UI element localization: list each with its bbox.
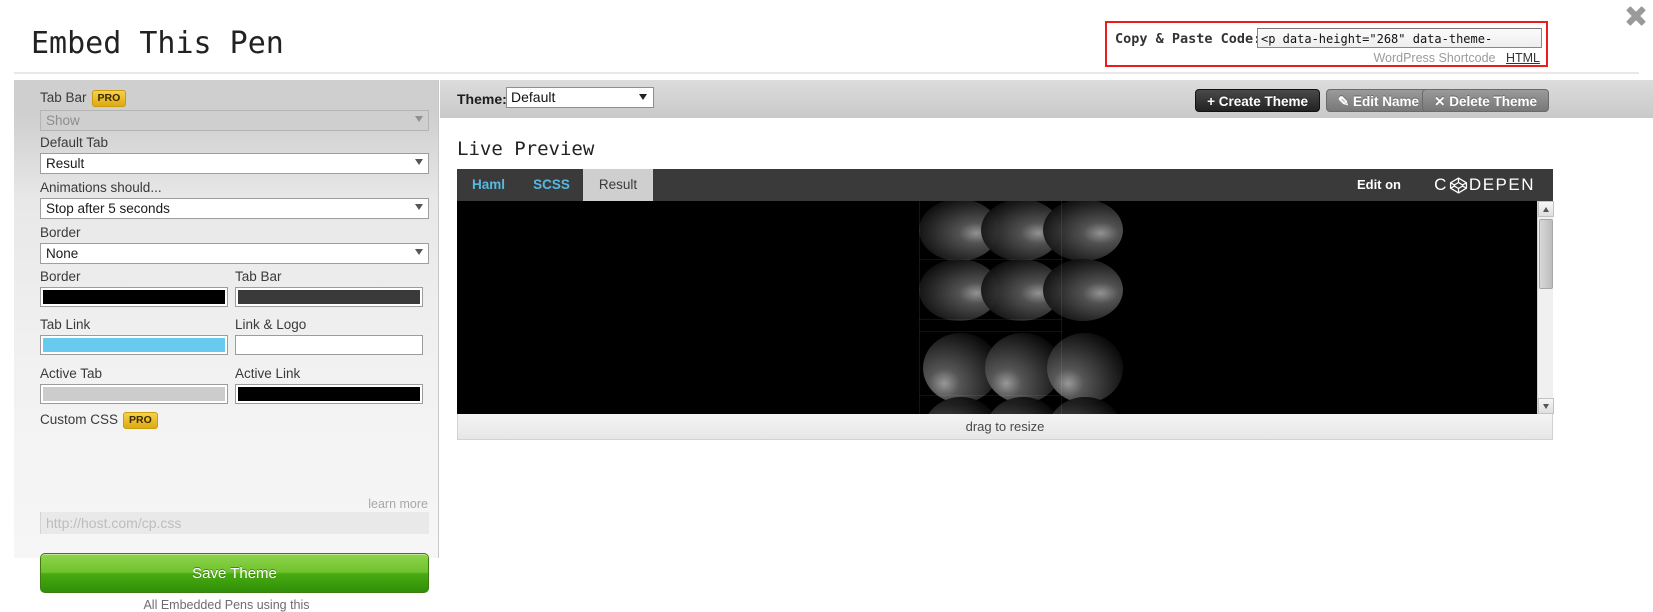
header-divider: [14, 72, 1639, 74]
chevron-down-icon: [415, 249, 423, 255]
color-field-active-tab: Active Tab: [40, 366, 228, 404]
field-border: Border None: [40, 225, 429, 264]
html-link[interactable]: HTML: [1506, 51, 1540, 65]
copy-paste-code-box: Copy & Paste Code: <p data-height="268" …: [1105, 21, 1548, 67]
save-theme-button[interactable]: Save Theme: [40, 553, 429, 593]
pen-result-stage: [457, 201, 1553, 414]
color-field-tab-link: Tab Link: [40, 317, 228, 355]
learn-more-link[interactable]: learn more: [368, 497, 428, 511]
field-animations: Animations should... Stop after 5 second…: [40, 180, 429, 219]
close-icon[interactable]: [1623, 3, 1649, 29]
select-default-tab[interactable]: Result: [40, 153, 429, 174]
tab-haml[interactable]: Haml: [457, 169, 520, 201]
field-label: Tab Bar PRO: [40, 90, 429, 107]
page-title: Embed This Pen: [31, 26, 284, 61]
embedded-pen-widget: Haml SCSS Result Edit on C DEPEN drag to…: [457, 169, 1554, 440]
color-swatch-tab-link[interactable]: [40, 335, 228, 355]
live-preview-heading: Live Preview: [457, 138, 595, 160]
field-label: Default Tab: [40, 135, 109, 150]
theme-settings-panel: Tab Bar PRO Show Default Tab Result Anima…: [14, 80, 439, 612]
color-label: Link & Logo: [235, 317, 307, 332]
chevron-down-icon: [415, 159, 423, 165]
chevron-down-icon: [415, 204, 423, 210]
color-swatch-link-logo[interactable]: [235, 335, 423, 355]
preview-scrollbar[interactable]: [1537, 201, 1554, 414]
field-label: Custom CSS PRO: [40, 412, 429, 429]
color-label: Tab Bar: [235, 269, 282, 284]
color-field-border: Border: [40, 269, 228, 307]
copy-paste-code-input[interactable]: <p data-height="268" data-theme-: [1257, 28, 1542, 48]
tab-result[interactable]: Result: [583, 169, 653, 201]
pro-badge: PRO: [123, 412, 158, 429]
color-label: Active Link: [235, 366, 301, 381]
color-label: Active Tab: [40, 366, 103, 381]
logo-text-left: C: [1434, 175, 1448, 194]
scrollbar-thumb[interactable]: [1539, 219, 1553, 289]
color-field-active-link: Active Link: [235, 366, 423, 404]
pro-badge: PRO: [91, 90, 127, 107]
theme-label: Theme:: [457, 91, 507, 107]
wordpress-shortcode-link[interactable]: WordPress Shortcode: [1373, 51, 1495, 65]
logo-text-right: DEPEN: [1468, 175, 1535, 194]
create-theme-button[interactable]: + Create Theme: [1195, 89, 1320, 112]
code-format-links: WordPress Shortcode HTML: [1373, 51, 1540, 65]
color-swatch-tab-bar[interactable]: [235, 287, 423, 307]
modal-header: Embed This Pen Copy & Paste Code: <p dat…: [0, 0, 1653, 78]
field-label: Border: [40, 225, 81, 240]
theme-toolbar: Theme: Default + Create Theme ✎ Edit Nam…: [440, 80, 1653, 118]
color-label: Border: [40, 269, 81, 284]
copy-paste-code-label: Copy & Paste Code:: [1115, 31, 1262, 47]
select-tab-bar[interactable]: Show: [40, 110, 429, 131]
color-swatch-border[interactable]: [40, 287, 228, 307]
select-border[interactable]: None: [40, 243, 429, 264]
field-default-tab: Default Tab Result: [40, 135, 429, 174]
color-swatch-active-link[interactable]: [235, 384, 423, 404]
select-animations[interactable]: Stop after 5 seconds: [40, 198, 429, 219]
scroll-up-icon[interactable]: [1538, 201, 1554, 217]
chevron-down-icon: [639, 94, 647, 100]
color-field-tab-bar: Tab Bar: [235, 269, 423, 307]
codepen-hexagon-icon: [1449, 176, 1467, 194]
delete-theme-button[interactable]: ✕ Delete Theme: [1422, 89, 1549, 112]
color-swatch-active-tab[interactable]: [40, 384, 228, 404]
codepen-logo[interactable]: C DEPEN: [1434, 169, 1535, 201]
field-label: Animations should...: [40, 180, 162, 195]
save-theme-note: All Embedded Pens using this: [143, 598, 310, 612]
chevron-down-icon: [415, 116, 423, 122]
drag-to-resize-handle[interactable]: drag to resize: [457, 414, 1553, 440]
pen-artwork: [919, 201, 1123, 414]
scroll-down-icon[interactable]: [1538, 398, 1554, 414]
edit-on-label: Edit on: [1356, 177, 1401, 192]
edit-name-button[interactable]: ✎ Edit Name: [1325, 89, 1431, 112]
color-label: Tab Link: [40, 317, 91, 332]
tab-scss[interactable]: SCSS: [520, 169, 583, 201]
preview-panel: Theme: Default + Create Theme ✎ Edit Nam…: [440, 80, 1653, 558]
custom-css-input[interactable]: http://host.com/cp.css: [40, 512, 429, 534]
field-custom-css: Custom CSS PRO: [40, 412, 429, 432]
theme-select[interactable]: Default: [506, 87, 654, 108]
field-tab-bar: Tab Bar PRO Show: [40, 90, 429, 131]
pen-tab-bar: Haml SCSS Result Edit on C DEPEN: [457, 169, 1553, 211]
color-field-link-logo: Link & Logo: [235, 317, 423, 355]
